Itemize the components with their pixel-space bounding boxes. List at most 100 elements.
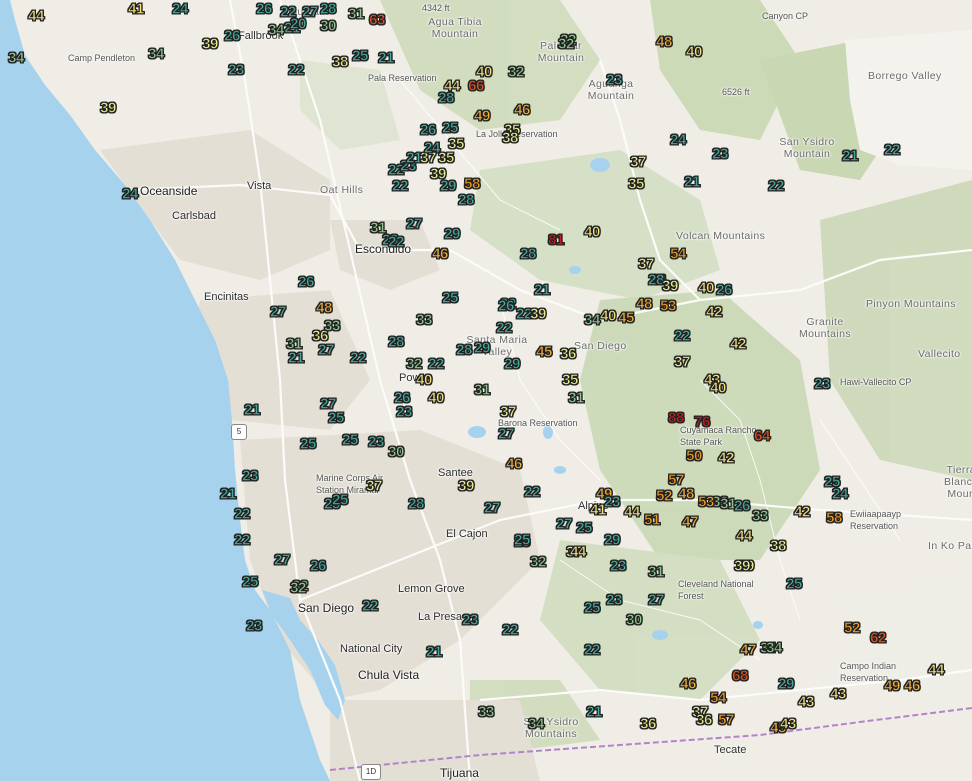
temperature-observation[interactable]: 29: [474, 340, 491, 356]
temperature-observation[interactable]: 31: [286, 336, 303, 352]
temperature-observation[interactable]: 25: [242, 574, 259, 590]
temperature-observation[interactable]: 42: [718, 450, 735, 466]
temperature-observation[interactable]: 27: [484, 500, 501, 516]
temperature-observation[interactable]: 63: [369, 12, 386, 28]
temperature-observation[interactable]: 20: [290, 16, 307, 32]
temperature-observation[interactable]: 28: [388, 334, 405, 350]
temperature-observation[interactable]: 29: [440, 178, 457, 194]
temperature-observation[interactable]: 26: [310, 558, 327, 574]
temperature-observation[interactable]: 58: [826, 510, 843, 526]
temperature-observation[interactable]: 21: [534, 282, 551, 298]
temperature-observation[interactable]: 52: [844, 620, 861, 636]
temperature-observation[interactable]: 47: [740, 642, 757, 658]
temperature-observation[interactable]: 30: [320, 18, 337, 34]
temperature-observation[interactable]: 21: [288, 350, 305, 366]
temperature-observation[interactable]: 25: [342, 432, 359, 448]
temperature-observation[interactable]: 41: [128, 1, 145, 17]
temperature-observation[interactable]: 35: [562, 372, 579, 388]
temperature-observation[interactable]: 57: [718, 712, 735, 728]
temperature-observation[interactable]: 29: [504, 356, 521, 372]
temperature-observation[interactable]: 26: [256, 1, 273, 17]
temperature-observation[interactable]: 39: [458, 478, 475, 494]
temperature-observation[interactable]: 24: [172, 1, 189, 17]
temperature-observation[interactable]: 29: [604, 532, 621, 548]
temperature-observation[interactable]: 25: [514, 532, 531, 548]
temperature-observation[interactable]: 43: [780, 716, 797, 732]
temperature-observation[interactable]: 39: [734, 558, 751, 574]
temperature-observation[interactable]: 54: [670, 246, 687, 262]
temperature-observation[interactable]: 44: [736, 528, 753, 544]
temperature-observation[interactable]: 40: [416, 372, 433, 388]
temperature-observation[interactable]: 30: [388, 444, 405, 460]
temperature-observation[interactable]: 50: [686, 448, 703, 464]
temperature-observation[interactable]: 40: [584, 224, 601, 240]
temperature-observation[interactable]: 21: [842, 148, 859, 164]
temperature-observation[interactable]: 44: [28, 8, 45, 24]
temperature-observation[interactable]: 25: [300, 436, 317, 452]
temperature-observation[interactable]: 27: [648, 592, 665, 608]
temperature-observation[interactable]: 25: [328, 410, 345, 426]
temperature-observation[interactable]: 53: [698, 494, 715, 510]
temperature-observation[interactable]: 76: [694, 414, 711, 430]
temperature-observation[interactable]: 32: [290, 580, 307, 596]
temperature-observation[interactable]: 33: [416, 312, 433, 328]
temperature-observation[interactable]: 68: [732, 668, 749, 684]
temperature-observation[interactable]: 22: [584, 642, 601, 658]
temperature-observation[interactable]: 34: [584, 312, 601, 328]
temperature-observation[interactable]: 33: [752, 508, 769, 524]
temperature-observation[interactable]: 25: [332, 492, 349, 508]
temperature-observation[interactable]: 39: [530, 306, 547, 322]
temperature-observation[interactable]: 39: [100, 100, 117, 116]
temperature-observation[interactable]: 22: [234, 506, 251, 522]
temperature-observation[interactable]: 22: [674, 328, 691, 344]
temperature-observation[interactable]: 48: [678, 486, 695, 502]
temperature-observation[interactable]: 28: [458, 192, 475, 208]
temperature-observation[interactable]: 24: [670, 132, 687, 148]
temperature-observation[interactable]: 32: [406, 356, 423, 372]
temperature-observation[interactable]: 42: [794, 504, 811, 520]
temperature-observation[interactable]: 28: [408, 496, 425, 512]
temperature-observation[interactable]: 22: [362, 598, 379, 614]
temperature-observation[interactable]: 31: [474, 382, 491, 398]
temperature-observation[interactable]: 21: [244, 402, 261, 418]
temperature-observation[interactable]: 38: [502, 130, 519, 146]
temperature-observation[interactable]: 25: [442, 290, 459, 306]
temperature-observation[interactable]: 88: [668, 410, 685, 426]
temperature-observation[interactable]: 35: [438, 150, 455, 166]
temperature-observation[interactable]: 40: [428, 390, 445, 406]
temperature-observation[interactable]: 48: [636, 296, 653, 312]
temperature-observation[interactable]: 54: [710, 690, 727, 706]
temperature-observation[interactable]: 81: [548, 232, 565, 248]
temperature-observation[interactable]: 46: [432, 246, 449, 262]
temperature-observation[interactable]: 37: [366, 478, 383, 494]
temperature-observation[interactable]: 23: [246, 618, 263, 634]
temperature-observation[interactable]: 43: [830, 686, 847, 702]
temperature-observation[interactable]: 23: [712, 146, 729, 162]
temperature-observation[interactable]: 40: [686, 44, 703, 60]
temperature-observation[interactable]: 29: [778, 676, 795, 692]
temperature-observation[interactable]: 23: [610, 558, 627, 574]
temperature-observation[interactable]: 22: [350, 350, 367, 366]
temperature-observation[interactable]: 23: [368, 434, 385, 450]
temperature-observation[interactable]: 27: [320, 396, 337, 412]
temperature-observation[interactable]: 36: [640, 716, 657, 732]
temperature-observation[interactable]: 35: [628, 176, 645, 192]
temperature-observation[interactable]: 22: [768, 178, 785, 194]
temperature-observation[interactable]: 41: [590, 502, 607, 518]
temperature-observation[interactable]: 46: [680, 676, 697, 692]
temperature-observation[interactable]: 23: [462, 612, 479, 628]
temperature-observation[interactable]: 33: [324, 318, 341, 334]
temperature-observation[interactable]: 37: [638, 256, 655, 272]
temperature-observation[interactable]: 44: [444, 78, 461, 94]
temperature-observation[interactable]: 26: [420, 122, 437, 138]
temperature-observation[interactable]: 37: [674, 354, 691, 370]
temperature-observation[interactable]: 28: [520, 246, 537, 262]
temperature-observation[interactable]: 36: [696, 712, 713, 728]
temperature-observation[interactable]: 46: [514, 102, 531, 118]
temperature-observation[interactable]: 23: [242, 468, 259, 484]
temperature-observation[interactable]: 21: [586, 704, 603, 720]
temperature-observation[interactable]: 49: [474, 108, 491, 124]
temperature-observation[interactable]: 40: [710, 380, 727, 396]
temperature-observation[interactable]: 45: [618, 310, 635, 326]
temperature-observation[interactable]: 23: [604, 494, 621, 510]
